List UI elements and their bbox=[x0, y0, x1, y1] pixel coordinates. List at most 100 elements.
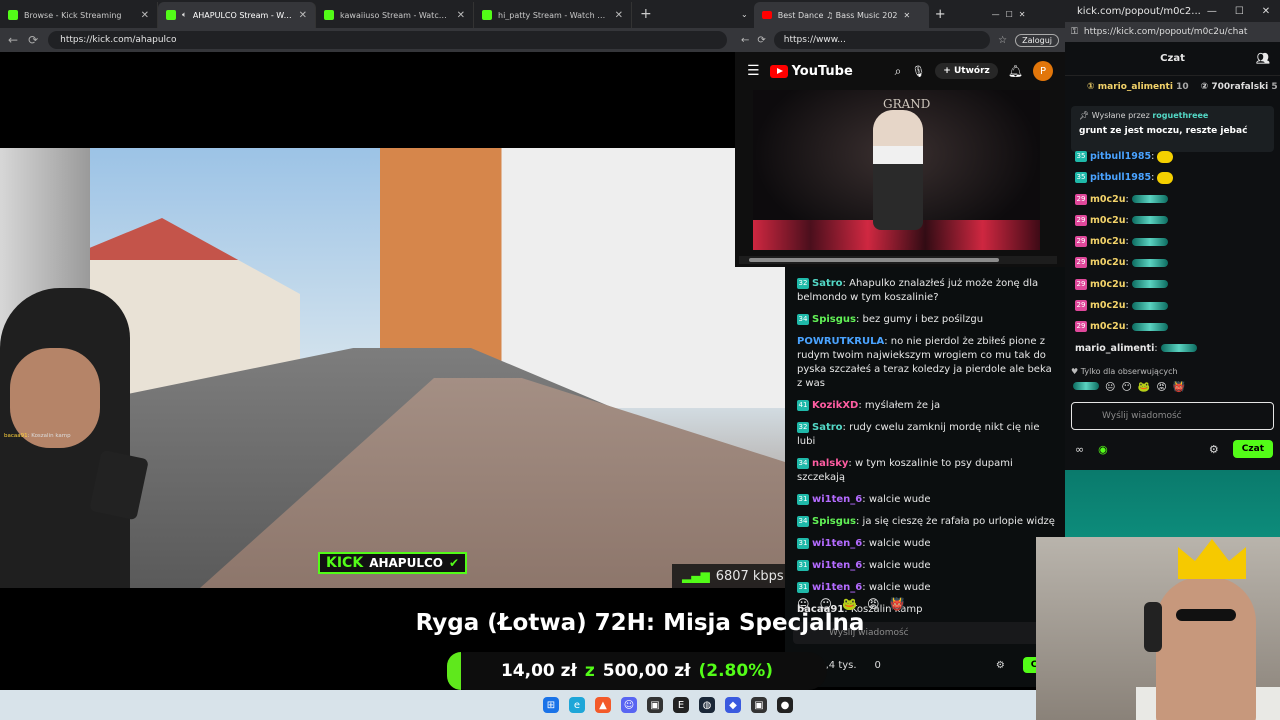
windows-start-icon[interactable]: ⊞ bbox=[543, 697, 559, 713]
youtube-video[interactable]: GRANDAL bbox=[753, 90, 1040, 250]
leader-1[interactable]: ① mario_alimenti 10 bbox=[1087, 82, 1189, 92]
emote-icon[interactable]: 😐 bbox=[797, 597, 810, 611]
menu-icon[interactable]: ☰ bbox=[747, 63, 760, 79]
tab-menu-icon[interactable]: ⌄ bbox=[741, 10, 748, 19]
avatar[interactable]: P bbox=[1033, 61, 1053, 81]
chat-username[interactable]: m0c2u bbox=[1090, 194, 1126, 205]
close-icon[interactable]: ✕ bbox=[457, 10, 465, 21]
chat-username[interactable]: Satro bbox=[812, 278, 843, 289]
emote-icon[interactable]: 🐸 bbox=[842, 597, 857, 611]
emote-icon[interactable] bbox=[1073, 382, 1099, 390]
chat-username[interactable]: mario_alimenti bbox=[1075, 343, 1154, 354]
maximize-icon[interactable]: ☐ bbox=[1006, 10, 1013, 19]
horizontal-scrollbar[interactable] bbox=[739, 256, 1057, 264]
chat-username[interactable]: POWRUTKRULA bbox=[797, 336, 884, 347]
chat-username[interactable]: wi1ten_6 bbox=[812, 560, 862, 571]
chat-username[interactable]: Satro bbox=[812, 422, 843, 433]
minimize-icon[interactable]: — bbox=[1207, 6, 1217, 17]
stream-video[interactable] bbox=[0, 52, 785, 687]
epic-games-icon[interactable]: E bbox=[673, 697, 689, 713]
gear-icon[interactable]: ⚙ bbox=[996, 660, 1005, 671]
tab-ahapulco[interactable]: 🔈︎ AHAPULCO Stream - Watch L ✕ bbox=[158, 2, 316, 28]
chat-username[interactable]: Spisgus bbox=[812, 314, 856, 325]
chat-username[interactable]: Spisgus bbox=[812, 516, 856, 527]
emote-icon[interactable]: 😶 bbox=[820, 597, 833, 611]
popout-chat-input[interactable]: Wyślij wiadomość bbox=[1071, 402, 1274, 430]
emote-icon[interactable]: 😡 bbox=[867, 597, 880, 611]
new-tab-icon[interactable]: + bbox=[640, 6, 652, 22]
login-button[interactable]: Zaloguj bbox=[1015, 33, 1059, 47]
close-window-icon[interactable]: ✕ bbox=[1019, 10, 1026, 19]
emote-icon[interactable]: 😐 bbox=[1105, 382, 1115, 393]
emote-icon[interactable]: 👹 bbox=[1173, 382, 1185, 393]
reload-icon[interactable]: ⟳ bbox=[757, 35, 765, 46]
kick-icon[interactable]: ◉ bbox=[1098, 443, 1108, 456]
gear-icon[interactable]: ⚙ bbox=[1209, 443, 1219, 456]
brave-icon[interactable]: ▲ bbox=[595, 697, 611, 713]
chat-footer: 👥︎ 10,4 tys. 0 ⚙ Czat bbox=[797, 657, 1061, 673]
chat-username[interactable]: pitbull1985 bbox=[1090, 151, 1151, 162]
emote-icon[interactable]: 😡 bbox=[1156, 382, 1166, 393]
popout-messages: 35 pitbull1985: 35 pitbull1985: 29 m0c2u: 2… bbox=[1075, 150, 1275, 363]
reload-icon[interactable]: ⟳ bbox=[28, 33, 38, 47]
address-bar[interactable]: https://www... bbox=[773, 31, 991, 49]
popout-chat-button[interactable]: Czat bbox=[1232, 440, 1273, 458]
chat-message: 29 m0c2u: bbox=[1075, 299, 1275, 313]
close-icon[interactable]: ✕ bbox=[299, 10, 307, 21]
app-icon[interactable]: ▣ bbox=[751, 697, 767, 713]
popout-address-bar[interactable]: ⚿ https://kick.com/popout/m0c2u/chat bbox=[1065, 22, 1280, 42]
chat-text: walcie wude bbox=[868, 538, 931, 549]
chat-username[interactable]: m0c2u bbox=[1090, 321, 1126, 332]
search-icon[interactable]: ⌕ bbox=[895, 64, 902, 79]
leader-2[interactable]: ② 700rafalski 5 bbox=[1201, 82, 1278, 92]
steam-icon[interactable]: ◍ bbox=[699, 697, 715, 713]
edge-icon[interactable]: e bbox=[569, 697, 585, 713]
emote-icon[interactable]: 👹 bbox=[890, 597, 905, 611]
subscriber-badge: 29 bbox=[1075, 257, 1087, 269]
bitrate-indicator: ▂▄▆ 6807 kbps bbox=[672, 564, 785, 588]
close-window-icon[interactable]: ✕ bbox=[1262, 6, 1270, 17]
back-icon[interactable]: ← bbox=[8, 33, 18, 47]
tab-hi-patty[interactable]: hi_patty Stream - Watch Live on K ✕ bbox=[474, 2, 632, 28]
emote-icon[interactable]: 🐸 bbox=[1138, 382, 1150, 393]
tab-browse[interactable]: Browse - Kick Streaming ✕ bbox=[0, 2, 158, 28]
points-icon[interactable]: ∞ bbox=[1075, 443, 1084, 456]
chat-username[interactable]: nalsky bbox=[812, 458, 848, 469]
bell-icon[interactable]: 🔔︎ bbox=[1008, 64, 1023, 78]
app-icon[interactable]: ▣ bbox=[647, 697, 663, 713]
close-icon[interactable]: ✕ bbox=[904, 11, 911, 20]
chat-username[interactable]: m0c2u bbox=[1090, 215, 1126, 226]
create-button[interactable]: + Utwórz bbox=[935, 63, 998, 79]
emote-icon[interactable]: 😶 bbox=[1121, 382, 1131, 393]
minimize-icon[interactable]: — bbox=[992, 10, 1000, 19]
star-icon[interactable]: ☆ bbox=[998, 35, 1007, 46]
mic-icon[interactable]: 🎙︎ bbox=[911, 65, 925, 78]
chat-username[interactable]: m0c2u bbox=[1090, 236, 1126, 247]
pinned-message[interactable]: 📌︎ Wysłane przez roguethreee grunt ze je… bbox=[1071, 106, 1274, 152]
new-tab-icon[interactable]: + bbox=[935, 7, 946, 22]
chat-username[interactable]: m0c2u bbox=[1090, 257, 1126, 268]
chat-username[interactable]: m0c2u bbox=[1090, 300, 1126, 311]
users-icon[interactable]: 👥︎ bbox=[1256, 52, 1270, 65]
maximize-icon[interactable]: ☐ bbox=[1235, 6, 1244, 17]
left-nav-bar: ← ⟳ https://kick.com/ahapulco bbox=[0, 28, 735, 52]
youtube-logo[interactable]: YouTube bbox=[769, 64, 853, 79]
chat-username[interactable]: wi1ten_6 bbox=[812, 494, 862, 505]
discord-icon[interactable]: ☺ bbox=[621, 697, 637, 713]
chat-username[interactable]: m0c2u bbox=[1090, 279, 1126, 290]
tab-youtube[interactable]: Best Dance ♫ Bass Music 202 ✕ bbox=[753, 2, 929, 28]
tab-kawaiiuso[interactable]: kawaiiuso Stream - Watch Live on ✕ bbox=[316, 2, 474, 28]
chat-username[interactable]: wi1ten_6 bbox=[812, 582, 862, 593]
address-bar[interactable]: https://kick.com/ahapulco bbox=[48, 31, 727, 49]
obs-icon[interactable]: ● bbox=[777, 697, 793, 713]
chat-message: 34 nalsky: w tym koszalinie to psy dupami… bbox=[797, 457, 1013, 483]
chat-username[interactable]: pitbull1985 bbox=[1090, 172, 1151, 183]
scroll-thumb[interactable] bbox=[749, 258, 999, 262]
back-icon[interactable]: ← bbox=[741, 35, 749, 46]
close-icon[interactable]: ✕ bbox=[141, 10, 149, 21]
app-icon[interactable]: ◆ bbox=[725, 697, 741, 713]
close-icon[interactable]: ✕ bbox=[615, 10, 623, 21]
chat-username[interactable]: wi1ten_6 bbox=[812, 538, 862, 549]
chat-username[interactable]: KozikXD bbox=[812, 400, 858, 411]
speaker-icon[interactable]: 🔈︎ bbox=[182, 10, 187, 20]
